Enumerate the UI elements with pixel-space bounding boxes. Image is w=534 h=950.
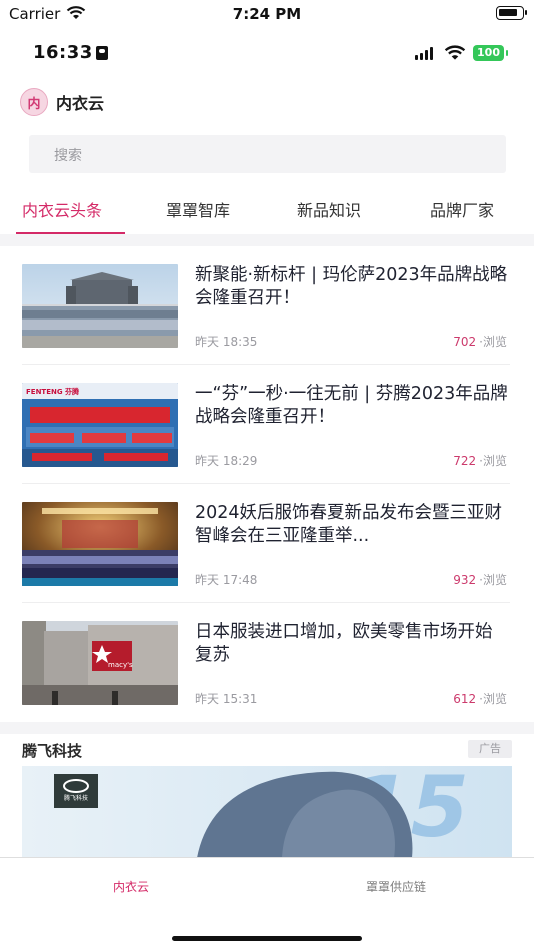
- news-title: 2024妖后服饰春夏新品发布会暨三亚财智峰会在三亚隆重举...: [195, 503, 503, 546]
- device-status-bar: 16:33 100: [0, 38, 534, 68]
- view-count-number: 612: [453, 692, 477, 706]
- view-count-number: 722: [453, 454, 477, 468]
- ad-badge: 广告: [468, 740, 512, 758]
- thumb-caption: macy's: [108, 661, 133, 669]
- app-logo-char: 内: [27, 96, 41, 112]
- news-item[interactable]: 新聚能·新标杆 | 玛伦萨2023年品牌战略会隆重召开！ 昨天 18:35 70…: [0, 246, 534, 365]
- ad-logo-text: 腾飞科技: [64, 794, 88, 802]
- news-view-count: 702 ·浏览: [453, 333, 507, 350]
- tab-headlines[interactable]: 内衣云头条: [22, 197, 102, 221]
- search-placeholder: 搜索: [54, 148, 82, 164]
- wifi-icon: [444, 45, 466, 60]
- news-date: 昨天 18:29: [195, 454, 258, 468]
- news-thumbnail: macy's: [22, 621, 178, 705]
- thumb-caption: FENTENG 芬腾: [26, 387, 80, 396]
- news-item[interactable]: FENTENG 芬腾 一“芬”一秒·一往无前 | 芬腾2023年品牌战略会隆重召…: [0, 365, 534, 484]
- app-logo: 内: [20, 88, 48, 116]
- tab-think-tank[interactable]: 罩罩智库: [166, 197, 230, 221]
- view-count-suffix: ·浏览: [479, 692, 507, 706]
- ad-header: 腾飞科技 广告: [22, 738, 512, 760]
- sim-card-icon: [96, 46, 108, 60]
- news-item[interactable]: 2024妖后服饰春夏新品发布会暨三亚财智峰会在三亚隆重举... 昨天 17:48…: [0, 484, 534, 603]
- view-count-suffix: ·浏览: [479, 335, 507, 349]
- simulator-time: 7:24 PM: [232, 5, 302, 23]
- tabbar-item-home[interactable]: 内衣云: [113, 878, 149, 895]
- news-title: 一“芬”一秒·一往无前 | 芬腾2023年品牌战略会隆重召开！: [195, 384, 508, 427]
- search-input[interactable]: 搜索: [29, 135, 506, 173]
- simulator-status-bar: Carrier 7:24 PM: [0, 0, 534, 28]
- news-thumbnail: [22, 502, 178, 586]
- status-time: 16:33: [33, 42, 93, 63]
- tab-brand-manufacturers[interactable]: 品牌厂家: [430, 197, 494, 221]
- news-view-count: 722 ·浏览: [453, 452, 507, 469]
- section-divider: [0, 234, 534, 246]
- category-tabs: 内衣云头条 罩罩智库 新品知识 品牌厂家: [0, 192, 534, 234]
- tabbar-item-supply-chain[interactable]: 罩罩供应链: [366, 878, 426, 895]
- news-item[interactable]: macy's 日本服装进口增加，欧美零售市场开始复苏 昨天 15:31 612 ·…: [0, 603, 534, 722]
- view-count-suffix: ·浏览: [479, 454, 507, 468]
- battery-icon: [496, 6, 527, 20]
- news-view-count: 932 ·浏览: [453, 571, 507, 588]
- news-view-count: 612 ·浏览: [453, 690, 507, 707]
- news-date: 昨天 18:35: [195, 335, 258, 349]
- news-thumbnail: [22, 264, 178, 348]
- news-date: 昨天 17:48: [195, 573, 258, 587]
- news-date: 昨天 15:31: [195, 692, 258, 706]
- home-indicator: [172, 936, 362, 941]
- cellular-signal-icon: [415, 46, 433, 60]
- section-divider: [0, 722, 534, 734]
- battery-indicator: 100: [473, 45, 508, 61]
- ad-brand-name: 腾飞科技: [22, 742, 83, 760]
- news-title: 日本服装进口增加，欧美零售市场开始复苏: [195, 622, 493, 665]
- tab-new-product-knowledge[interactable]: 新品知识: [297, 197, 361, 221]
- view-count-suffix: ·浏览: [479, 573, 507, 587]
- app-name: 内衣云: [56, 94, 105, 113]
- news-thumbnail: FENTENG 芬腾: [22, 383, 178, 467]
- news-title: 新聚能·新标杆 | 玛伦萨2023年品牌战略会隆重召开！: [195, 265, 508, 308]
- app-header: 内 内衣云: [20, 88, 105, 116]
- view-count-number: 932: [453, 573, 477, 587]
- view-count-number: 702: [453, 335, 477, 349]
- ad-banner[interactable]: 15 腾飞科技: [22, 766, 512, 858]
